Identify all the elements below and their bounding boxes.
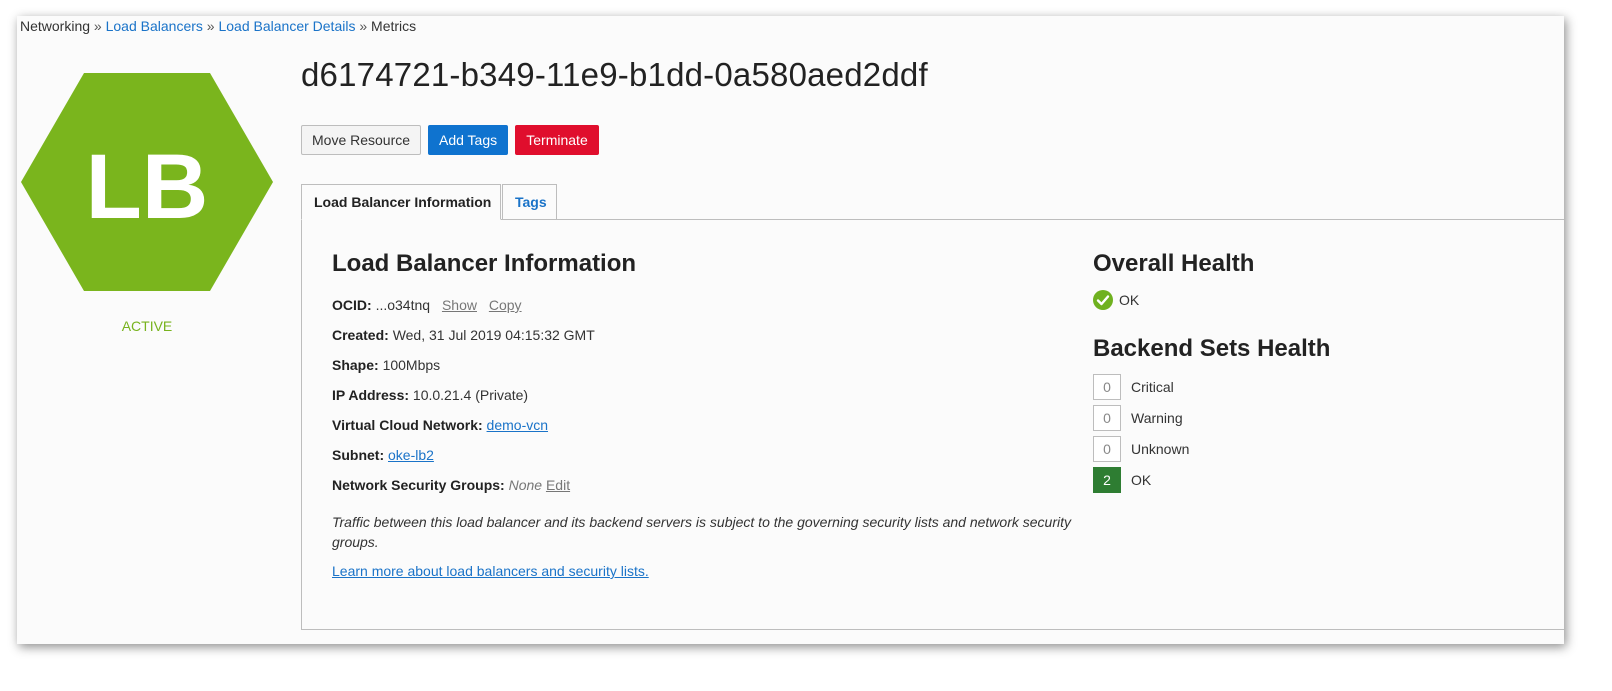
health-count-critical: 0: [1093, 374, 1121, 400]
breadcrumb-networking[interactable]: Networking: [20, 18, 90, 34]
terminate-button[interactable]: Terminate: [515, 125, 599, 155]
breadcrumb-separator: »: [206, 18, 215, 34]
health-label-critical: Critical: [1131, 379, 1174, 395]
security-note: Traffic between this load balancer and i…: [332, 514, 1071, 550]
move-resource-button[interactable]: Move Resource: [301, 125, 421, 155]
subnet-label: Subnet:: [332, 447, 385, 463]
tab-load-balancer-information[interactable]: Load Balancer Information: [301, 184, 501, 220]
load-balancer-icon: LB: [21, 73, 273, 291]
health-count-ok: 2: [1093, 467, 1121, 493]
check-circle-icon: [1093, 290, 1113, 310]
vcn-link[interactable]: demo-vcn: [487, 417, 548, 433]
overall-health-text: OK: [1119, 292, 1140, 308]
created-row: Created: Wed, 31 Jul 2019 04:15:32 GMT: [332, 327, 595, 343]
show-ocid-link[interactable]: Show: [442, 297, 477, 313]
shape-label: Shape:: [332, 357, 379, 373]
subnet-link[interactable]: oke-lb2: [388, 447, 434, 463]
vcn-row: Virtual Cloud Network: demo-vcn: [332, 417, 548, 433]
health-warning-row[interactable]: 0 Warning: [1093, 405, 1183, 431]
subnet-row: Subnet: oke-lb2: [332, 447, 434, 463]
overall-health-status: OK: [1093, 290, 1139, 310]
vcn-label: Virtual Cloud Network:: [332, 417, 483, 433]
copy-ocid-link[interactable]: Copy: [489, 297, 522, 313]
created-label: Created:: [332, 327, 389, 343]
overall-health-heading: Overall Health: [1093, 250, 1255, 277]
health-unknown-row[interactable]: 0 Unknown: [1093, 436, 1189, 462]
ocid-label: OCID:: [332, 297, 372, 313]
ip-row: IP Address: 10.0.21.4 (Private): [332, 387, 528, 403]
info-heading: Load Balancer Information: [332, 250, 637, 277]
ip-value: 10.0.21.4 (Private): [412, 387, 529, 403]
created-value: Wed, 31 Jul 2019 04:15:32 GMT: [392, 327, 595, 343]
add-tags-button[interactable]: Add Tags: [428, 125, 508, 155]
health-count-warning: 0: [1093, 405, 1121, 431]
health-count-unknown: 0: [1093, 436, 1121, 462]
health-label-unknown: Unknown: [1131, 441, 1190, 457]
health-label-warning: Warning: [1131, 410, 1183, 426]
nsg-row: Network Security Groups: None Edit: [332, 477, 570, 493]
health-label-ok: OK: [1131, 472, 1152, 488]
backend-health-heading: Backend Sets Health: [1093, 335, 1331, 362]
breadcrumb-separator: »: [93, 18, 102, 34]
health-ok-row[interactable]: 2 OK: [1093, 467, 1151, 493]
nsg-edit-link[interactable]: Edit: [546, 477, 570, 493]
learn-more-link[interactable]: Learn more about load balancers and secu…: [332, 563, 649, 579]
breadcrumb-separator: »: [359, 18, 368, 34]
nsg-label: Network Security Groups:: [332, 477, 505, 493]
tab-tags[interactable]: Tags: [502, 184, 557, 220]
shape-value: 100Mbps: [382, 357, 441, 373]
breadcrumb-metrics: Metrics: [371, 18, 417, 34]
status-label: ACTIVE: [121, 318, 173, 334]
health-critical-row[interactable]: 0 Critical: [1093, 374, 1174, 400]
ip-label: IP Address:: [332, 387, 410, 403]
page-title: d6174721-b349-11e9-b1dd-0a580aed2ddf: [301, 56, 928, 93]
shape-row: Shape: 100Mbps: [332, 357, 440, 373]
ocid-value: ...o34tnq: [375, 297, 431, 313]
nsg-value: None: [508, 477, 543, 493]
breadcrumb-load-balancer-details[interactable]: Load Balancer Details: [218, 18, 355, 34]
ocid-row: OCID: ...o34tnq Show Copy: [332, 297, 522, 313]
breadcrumb: Networking » Load Balancers » Load Balan…: [20, 18, 416, 34]
icon-text: LB: [86, 136, 209, 238]
breadcrumb-load-balancers[interactable]: Load Balancers: [106, 18, 203, 34]
